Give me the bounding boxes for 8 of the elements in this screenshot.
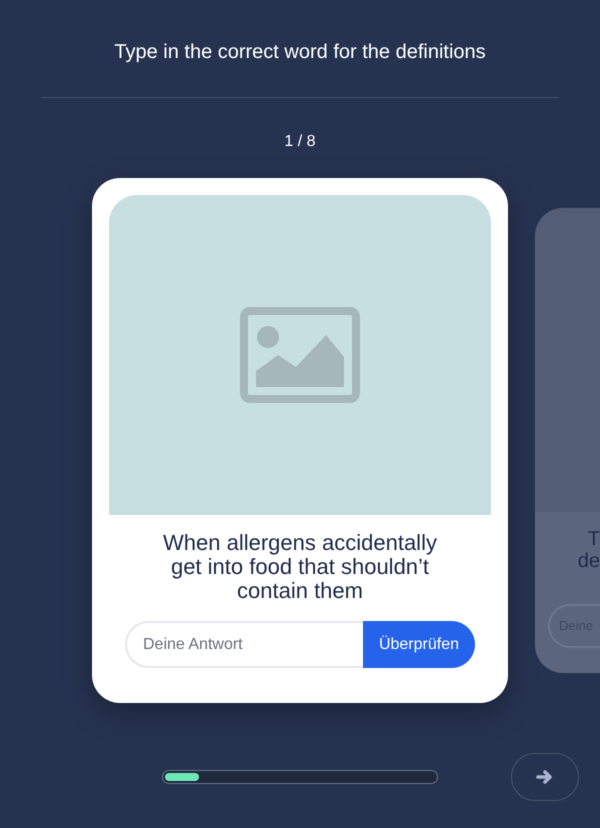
instruction-text: Type in the correct word for the definitions: [114, 40, 486, 65]
arrow-right-icon: [536, 769, 554, 785]
check-button[interactable]: Überprüfen: [362, 621, 475, 668]
image-placeholder-icon: [240, 307, 360, 403]
definition-text: T de: [576, 528, 600, 572]
next-button[interactable]: [511, 753, 579, 801]
question-counter: 1 / 8: [284, 132, 316, 152]
definition-text: When allergens accidentally get into food that shouldn’t contain them: [162, 531, 438, 603]
